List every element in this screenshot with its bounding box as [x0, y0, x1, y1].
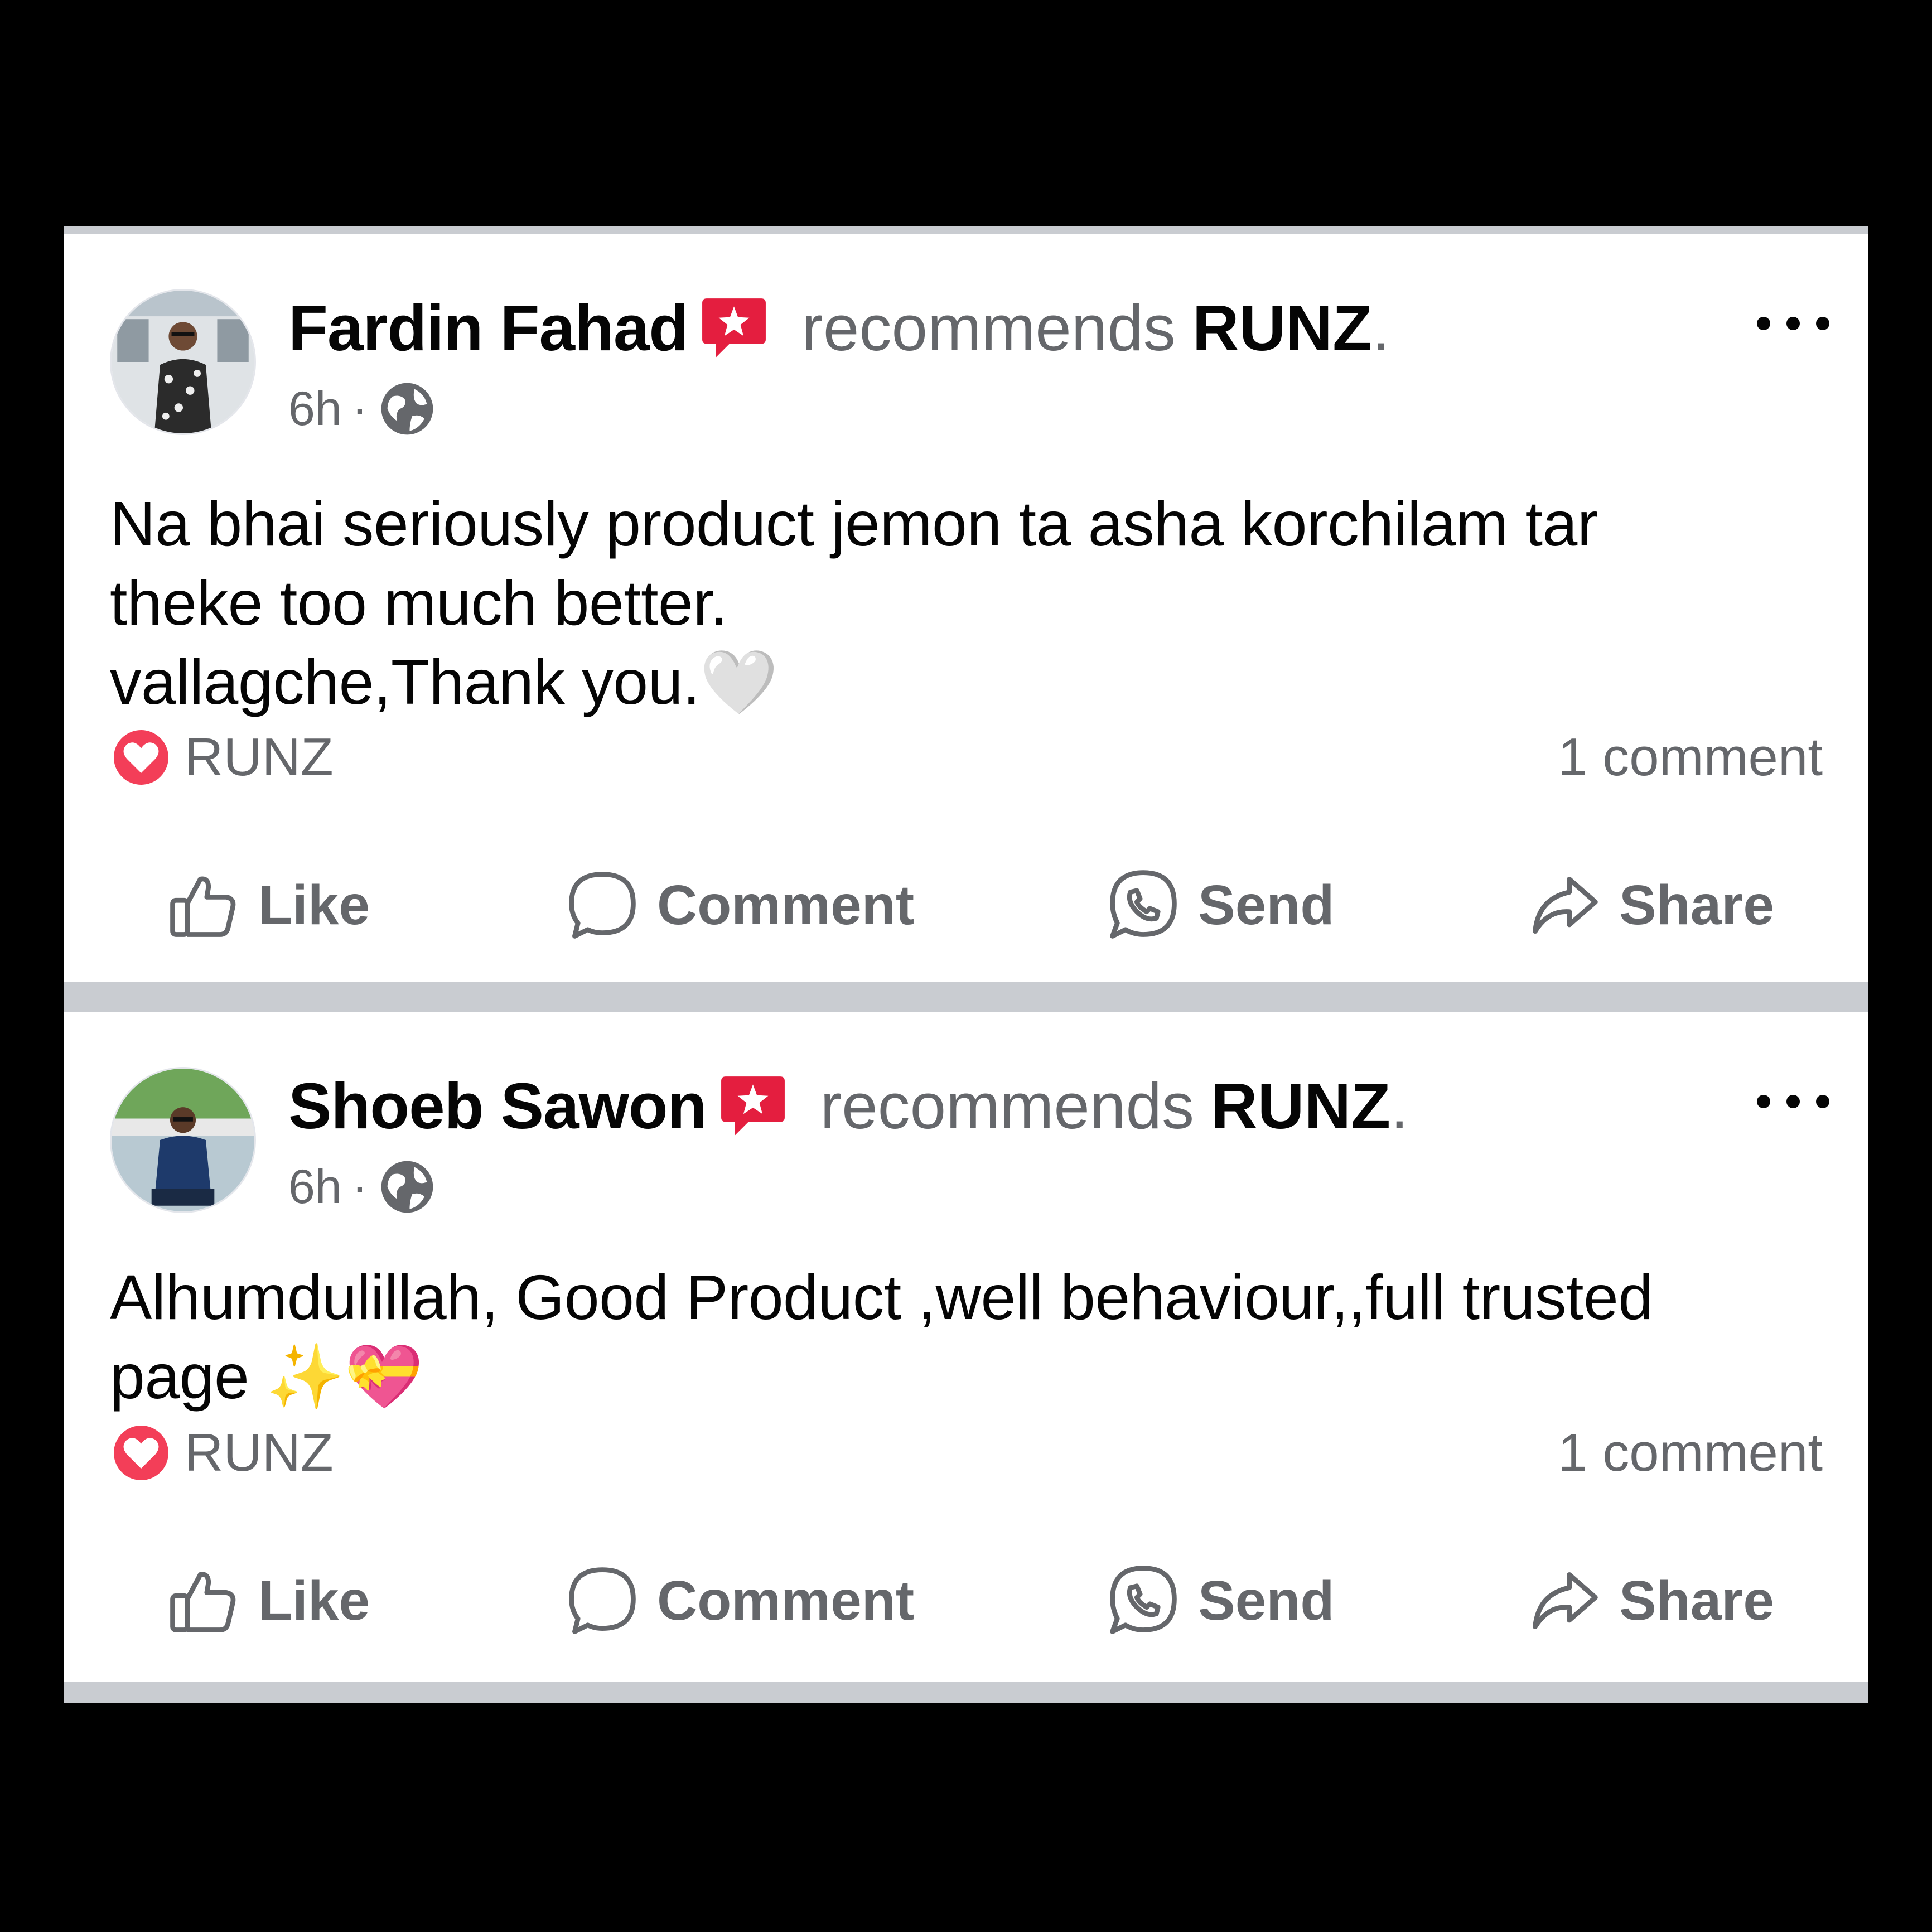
- reaction-summary[interactable]: RUNZ: [110, 1419, 334, 1486]
- comment-button[interactable]: Comment: [563, 1559, 914, 1643]
- heart-reaction-icon: [110, 1422, 172, 1484]
- share-label: Share: [1619, 873, 1774, 936]
- comment-label: Comment: [657, 1569, 915, 1632]
- more-options-icon[interactable]: [1757, 1085, 1829, 1118]
- author-name[interactable]: Fardin Fahad: [288, 289, 688, 367]
- share-icon: [1525, 866, 1603, 944]
- send-button[interactable]: Send: [1104, 863, 1334, 947]
- post-text: Alhumdulillah, Good Product ,well behavi…: [110, 1262, 1653, 1412]
- send-icon: [1104, 866, 1182, 944]
- share-icon: [1525, 1562, 1603, 1640]
- reaction-label: RUNZ: [185, 727, 334, 787]
- action-bar: Like Comment Send Share: [64, 863, 1868, 947]
- comment-icon: [563, 866, 641, 944]
- post-header: Fardin Fahad recommends RUNZ .: [288, 289, 1390, 367]
- like-icon: [165, 1562, 243, 1640]
- recommend-badge-icon: [700, 294, 768, 362]
- globe-icon: [378, 1157, 437, 1216]
- header-period: .: [1390, 1070, 1409, 1142]
- comment-count[interactable]: 1 comment: [1558, 724, 1823, 791]
- post-card: Fardin Fahad recommends RUNZ . 6h · Na b…: [64, 234, 1868, 982]
- avatar[interactable]: [110, 289, 256, 435]
- comment-count[interactable]: 1 comment: [1558, 1419, 1823, 1486]
- post-meta: 6h ·: [288, 378, 437, 439]
- header-period: .: [1371, 292, 1390, 364]
- share-label: Share: [1619, 1569, 1774, 1632]
- like-button[interactable]: Like: [165, 863, 370, 947]
- share-button[interactable]: Share: [1525, 863, 1774, 947]
- send-label: Send: [1198, 1569, 1335, 1632]
- globe-icon: [378, 379, 437, 438]
- comment-button[interactable]: Comment: [563, 863, 914, 947]
- like-icon: [165, 866, 243, 944]
- page-name-link[interactable]: RUNZ: [1192, 289, 1372, 367]
- share-button[interactable]: Share: [1525, 1559, 1774, 1643]
- post-time[interactable]: 6h: [288, 381, 342, 437]
- like-button[interactable]: Like: [165, 1559, 370, 1643]
- author-name[interactable]: Shoeb Sawon: [288, 1067, 707, 1145]
- avatar[interactable]: [110, 1067, 256, 1213]
- page-name-link[interactable]: RUNZ: [1211, 1067, 1390, 1145]
- send-label: Send: [1198, 873, 1335, 936]
- like-label: Like: [258, 1569, 370, 1632]
- avatar-photo: [112, 291, 254, 433]
- action-bar: Like Comment Send Share: [64, 1559, 1868, 1643]
- comment-label: Comment: [657, 873, 915, 936]
- meta-separator: ·: [351, 381, 368, 436]
- recommend-badge-icon: [719, 1072, 787, 1140]
- send-button[interactable]: Send: [1104, 1559, 1334, 1643]
- meta-separator: ·: [351, 1160, 368, 1214]
- recommends-text: recommends: [801, 292, 1176, 364]
- recommends-text: recommends: [820, 1070, 1194, 1142]
- heart-reaction-icon: [110, 726, 172, 789]
- post-time[interactable]: 6h: [288, 1160, 342, 1215]
- send-icon: [1104, 1562, 1182, 1640]
- post-card: Shoeb Sawon recommends RUNZ . 6h · Alhum…: [64, 1012, 1868, 1682]
- like-label: Like: [258, 873, 370, 936]
- more-options-icon[interactable]: [1757, 307, 1829, 340]
- post-header: Shoeb Sawon recommends RUNZ .: [288, 1067, 1408, 1145]
- avatar-photo: [112, 1069, 254, 1211]
- post-meta: 6h ·: [288, 1156, 437, 1218]
- feed: Fardin Fahad recommends RUNZ . 6h · Na b…: [64, 226, 1868, 1703]
- reaction-summary[interactable]: RUNZ: [110, 724, 334, 791]
- comment-icon: [563, 1562, 641, 1640]
- reaction-label: RUNZ: [185, 1423, 334, 1482]
- post-text: Na bhai seriously product jemon ta asha …: [110, 489, 1598, 717]
